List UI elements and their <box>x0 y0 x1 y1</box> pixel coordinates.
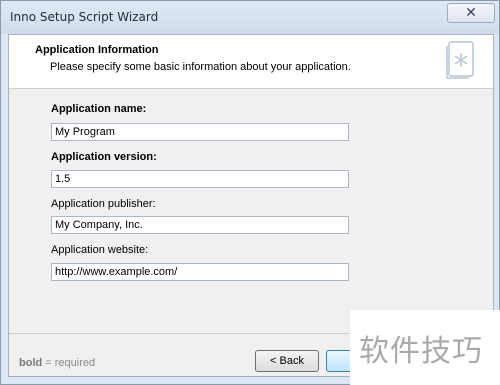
app-publisher-field[interactable]: My Company, Inc. <box>51 216 349 234</box>
required-note-text: = required <box>42 357 96 369</box>
wizard-document-icon <box>446 41 474 79</box>
watermark-text: 软件技巧 <box>359 334 483 369</box>
app-version-field[interactable]: 1.5 <box>51 170 349 188</box>
app-publisher-label: Application publisher: <box>51 198 156 210</box>
close-icon: ✕ <box>465 5 477 21</box>
app-version-label: Application version: <box>51 151 157 163</box>
app-name-label: Application name: <box>51 103 147 115</box>
page-subtitle: Please specify some basic information ab… <box>50 61 351 73</box>
back-button[interactable]: < Back <box>255 350 319 372</box>
page-title: Application Information <box>35 44 159 56</box>
app-name-field[interactable]: My Program <box>51 123 349 141</box>
window-title: Inno Setup Script Wizard <box>10 10 159 24</box>
page-header: Application Information Please specify s… <box>9 35 493 89</box>
watermark-overlay: 软件技巧 <box>350 310 500 385</box>
app-website-label: Application website: <box>51 244 149 256</box>
required-note: bold = required <box>19 357 95 369</box>
title-bar[interactable]: Inno Setup Script Wizard ✕ <box>1 1 499 34</box>
app-website-field[interactable]: http://www.example.com/ <box>51 263 349 281</box>
required-note-bold: bold <box>19 357 43 369</box>
close-button[interactable]: ✕ <box>447 3 495 23</box>
